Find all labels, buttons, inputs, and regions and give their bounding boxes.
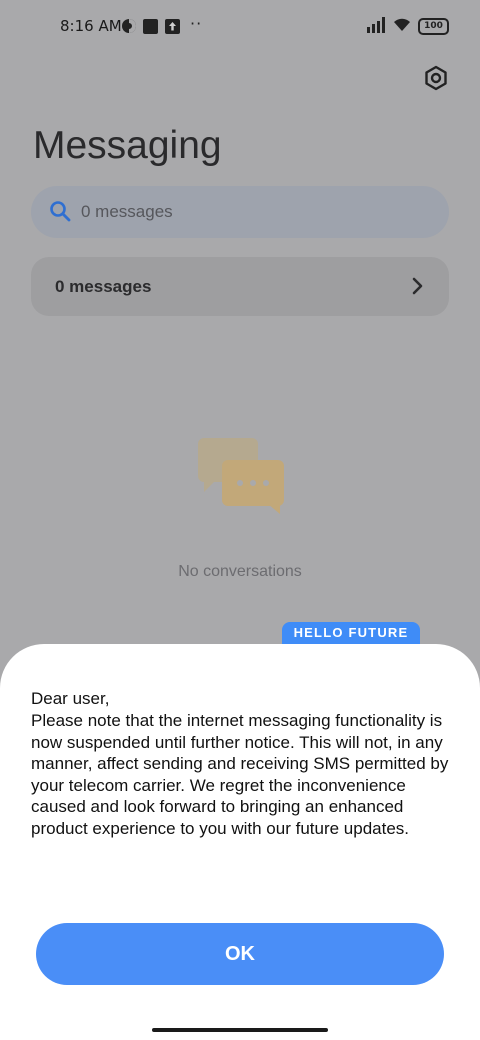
signal-icon [367,17,387,37]
messages-row-label: 0 messages [55,277,152,296]
battery-icon: 100 [418,18,449,35]
home-indicator[interactable] [152,1028,328,1032]
search-input[interactable] [81,186,421,238]
messages-row[interactable]: 0 messages [31,257,449,316]
upload-icon [165,19,180,34]
status-bar: 8:16 AM ·· 100 [0,0,480,56]
notice-dialog: Dear user, Please note that the internet… [0,644,480,1040]
settings-button[interactable] [420,64,452,96]
notification-square-icon [143,19,158,34]
settings-hex-icon [423,65,449,96]
status-time: 8:16 AM [60,17,122,35]
search-icon [49,200,71,227]
page-title: Messaging [33,124,222,167]
search-bar[interactable] [31,186,449,238]
wifi-icon [392,16,412,36]
ok-button[interactable]: OK [36,923,444,985]
empty-state-text: No conversations [178,563,302,580]
dialog-body: Please note that the internet messaging … [31,711,449,838]
dialog-greeting: Dear user, [31,689,110,708]
battery-level: 100 [424,21,443,31]
theme-icon [121,18,137,34]
chat-bubbles-icon [194,436,286,523]
more-notifications-icon: ·· [190,14,203,33]
chevron-right-icon [411,277,423,300]
